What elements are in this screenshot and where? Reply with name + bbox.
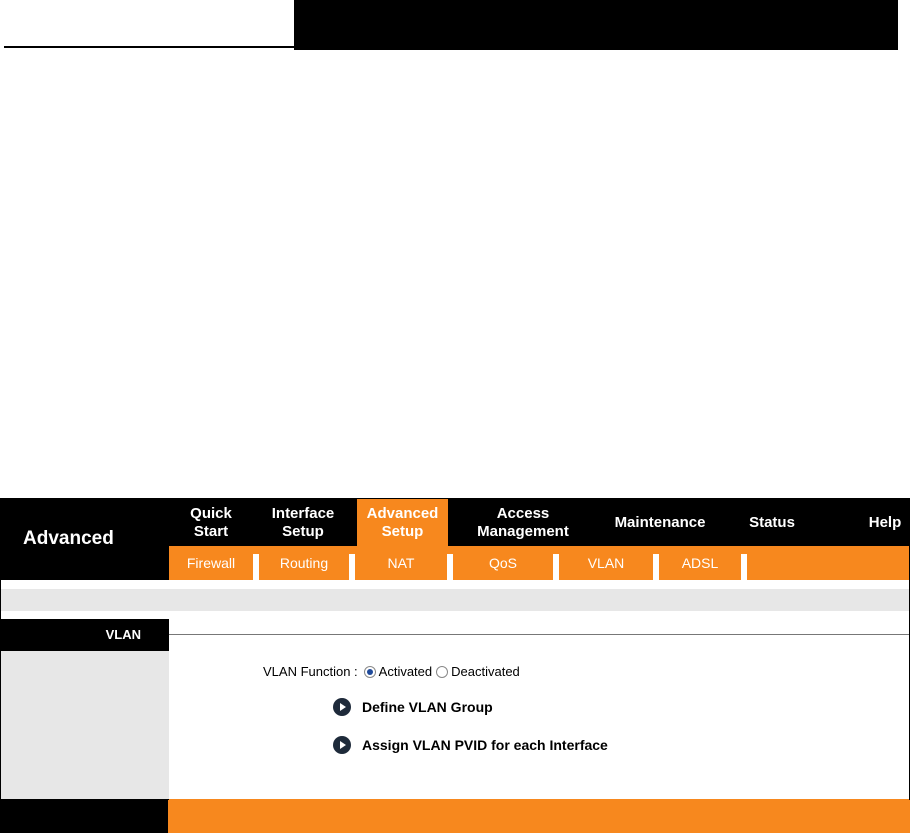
- subnav-routing[interactable]: Routing: [259, 546, 349, 580]
- radio-deactivated-label[interactable]: Deactivated: [451, 664, 520, 679]
- footer-right-block: [168, 800, 910, 833]
- footer-left-block: [0, 800, 168, 833]
- radio-activated[interactable]: [363, 665, 376, 678]
- arrow-circle-icon: [333, 736, 351, 754]
- section-rule: [169, 634, 909, 635]
- left-column: [1, 651, 169, 799]
- document-header: [0, 0, 910, 52]
- main-nav: Quick Start Interface Setup Advanced Set…: [169, 499, 909, 546]
- subnav-vlan[interactable]: VLAN: [559, 546, 653, 580]
- header-rule: [4, 46, 294, 48]
- radio-deactivated[interactable]: [436, 665, 449, 678]
- spacer-bar: [1, 589, 909, 611]
- brand-area: Advanced: [1, 499, 169, 580]
- radio-activated-group: Activated: [363, 664, 432, 679]
- header-black-block: [294, 0, 898, 50]
- router-footer: [0, 800, 910, 833]
- router-admin-panel: Advanced Quick Start Interface Setup Adv…: [0, 498, 910, 805]
- nav-interface-setup[interactable]: Interface Setup: [257, 499, 349, 546]
- subnav-adsl[interactable]: ADSL: [659, 546, 741, 580]
- sub-nav: Firewall Routing NAT QoS VLAN ADSL: [169, 546, 909, 580]
- subnav-separator: [741, 554, 747, 580]
- nav-maintenance[interactable]: Maintenance: [597, 499, 723, 546]
- subnav-qos[interactable]: QoS: [453, 546, 553, 580]
- assign-vlan-pvid-label: Assign VLAN PVID for each Interface: [362, 737, 608, 753]
- brand-label: Advanced: [23, 528, 114, 549]
- nav-access-management[interactable]: Access Management: [460, 499, 586, 546]
- assign-vlan-pvid-link[interactable]: Assign VLAN PVID for each Interface: [333, 736, 608, 754]
- vlan-function-label: VLAN Function :: [263, 664, 358, 679]
- arrow-circle-icon: [333, 698, 351, 716]
- nav-help[interactable]: Help: [859, 499, 909, 546]
- nav-advanced-setup[interactable]: Advanced Setup: [357, 499, 448, 546]
- define-vlan-group-link[interactable]: Define VLAN Group: [333, 698, 493, 716]
- radio-deactivated-group: Deactivated: [436, 664, 520, 679]
- nav-quick-start[interactable]: Quick Start: [172, 499, 250, 546]
- vlan-function-row: VLAN Function : Activated Deactivated: [263, 664, 520, 679]
- subnav-firewall[interactable]: Firewall: [169, 546, 253, 580]
- section-title: VLAN: [1, 619, 169, 651]
- subnav-nat[interactable]: NAT: [355, 546, 447, 580]
- nav-status[interactable]: Status: [735, 499, 809, 546]
- define-vlan-group-label: Define VLAN Group: [362, 699, 493, 715]
- radio-activated-label[interactable]: Activated: [379, 664, 432, 679]
